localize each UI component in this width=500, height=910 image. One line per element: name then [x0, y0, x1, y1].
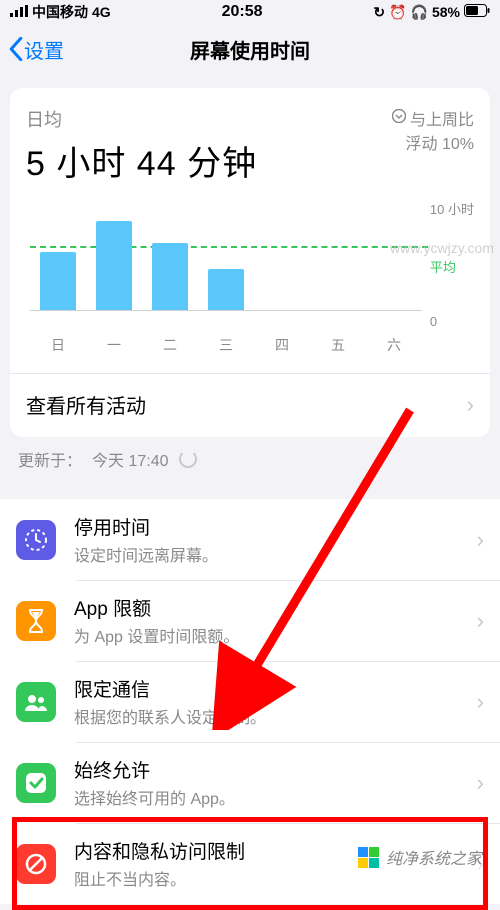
- chevron-right-icon: ›: [477, 608, 484, 634]
- alarm-icon: ⏰: [389, 4, 406, 21]
- x-label: 一: [107, 335, 121, 355]
- option-title: 停用时间: [74, 513, 469, 540]
- headphones-icon: 🎧: [411, 4, 428, 21]
- y-tick-min: 0: [430, 314, 474, 329]
- chevron-left-icon: [8, 37, 24, 61]
- sync-icon: ↻: [373, 4, 385, 21]
- x-label: 三: [219, 335, 233, 355]
- bar-二: [152, 243, 188, 310]
- signal-icon: [10, 4, 28, 20]
- chart-bars: [30, 199, 422, 310]
- contacts-icon: [16, 682, 56, 722]
- daily-avg-label: 日均: [26, 106, 257, 132]
- battery-icon: [464, 4, 490, 20]
- option-downtime[interactable]: 停用时间设定时间远离屏幕。 ›: [0, 499, 500, 580]
- bar-一: [96, 221, 132, 310]
- status-left: 中国移动 4G: [10, 2, 111, 22]
- option-subtitle: 设定时间远离屏幕。: [74, 542, 469, 566]
- spinner-icon: [179, 450, 197, 468]
- view-all-label: 查看所有活动: [26, 390, 146, 419]
- check-icon: [16, 763, 56, 803]
- option-subtitle: 根据您的联系人设定限制。: [74, 704, 469, 728]
- nosign-icon: [16, 844, 56, 884]
- back-button[interactable]: 设置: [0, 35, 64, 64]
- trend-block: 与上周比 浮动 10%: [392, 106, 474, 154]
- option-subtitle: 为 App 设置时间限额。: [74, 623, 469, 647]
- network-label: 4G: [92, 4, 111, 20]
- daily-avg-value: 5 小时 44 分钟: [26, 136, 257, 185]
- option-hourglass[interactable]: App 限额为 App 设置时间限额。 ›: [0, 580, 500, 661]
- updated-time: 今天 17:40: [92, 447, 169, 471]
- option-title: 始终允许: [74, 756, 469, 783]
- status-right: ↻ ⏰ 🎧 58%: [373, 4, 490, 21]
- view-all-row[interactable]: 查看所有活动 ›: [26, 374, 474, 427]
- trend-value: 浮动 10%: [392, 130, 474, 154]
- battery-percent: 58%: [432, 4, 460, 20]
- option-title: App 限额: [74, 594, 469, 621]
- status-bar: 中国移动 4G 20:58 ↻ ⏰ 🎧 58%: [0, 0, 500, 24]
- arrow-down-icon: [392, 109, 406, 128]
- trend-label: 与上周比: [410, 106, 474, 130]
- chart-x-labels: 日一二三四五六: [30, 335, 422, 355]
- status-time: 20:58: [222, 3, 263, 21]
- chevron-right-icon: ›: [477, 527, 484, 553]
- x-label: 二: [163, 335, 177, 355]
- chevron-right-icon: ›: [477, 770, 484, 796]
- x-label: 六: [387, 335, 401, 355]
- usage-chart: 10 小时 平均 0: [26, 199, 474, 329]
- bar-日: [40, 252, 76, 310]
- page-title: 屏幕使用时间: [190, 35, 310, 64]
- x-label: 日: [51, 335, 65, 355]
- chevron-right-icon: ›: [477, 689, 484, 715]
- y-tick-max: 10 小时: [430, 199, 474, 218]
- back-label: 设置: [24, 35, 64, 64]
- hourglass-icon: [16, 601, 56, 641]
- watermark-logo-icon: [358, 846, 380, 868]
- option-title: 限定通信: [74, 675, 469, 702]
- downtime-icon: [16, 520, 56, 560]
- watermark-text: 纯净系统之家: [386, 845, 482, 869]
- option-check[interactable]: 始终允许选择始终可用的 App。 ›: [0, 742, 500, 823]
- updated-prefix: 更新于：: [18, 447, 82, 471]
- x-label: 五: [331, 335, 345, 355]
- updated-row: 更新于： 今天 17:40: [0, 437, 500, 481]
- avg-line-label: 平均: [430, 257, 474, 276]
- carrier-label: 中国移动: [32, 2, 88, 22]
- x-label: 四: [275, 335, 289, 355]
- bar-三: [208, 269, 244, 310]
- nav-bar: 设置 屏幕使用时间: [0, 24, 500, 74]
- summary-card: 日均 5 小时 44 分钟 与上周比 浮动 10% 10 小时 平均 0 日 一 二…: [10, 88, 490, 437]
- watermark: 纯净系统之家: [352, 843, 488, 871]
- option-contacts[interactable]: 限定通信根据您的联系人设定限制。 ›: [0, 661, 500, 742]
- option-subtitle: 选择始终可用的 App。: [74, 785, 469, 809]
- chevron-right-icon: ›: [467, 392, 474, 418]
- bg-watermark: www.ycwjzy.com: [390, 240, 494, 256]
